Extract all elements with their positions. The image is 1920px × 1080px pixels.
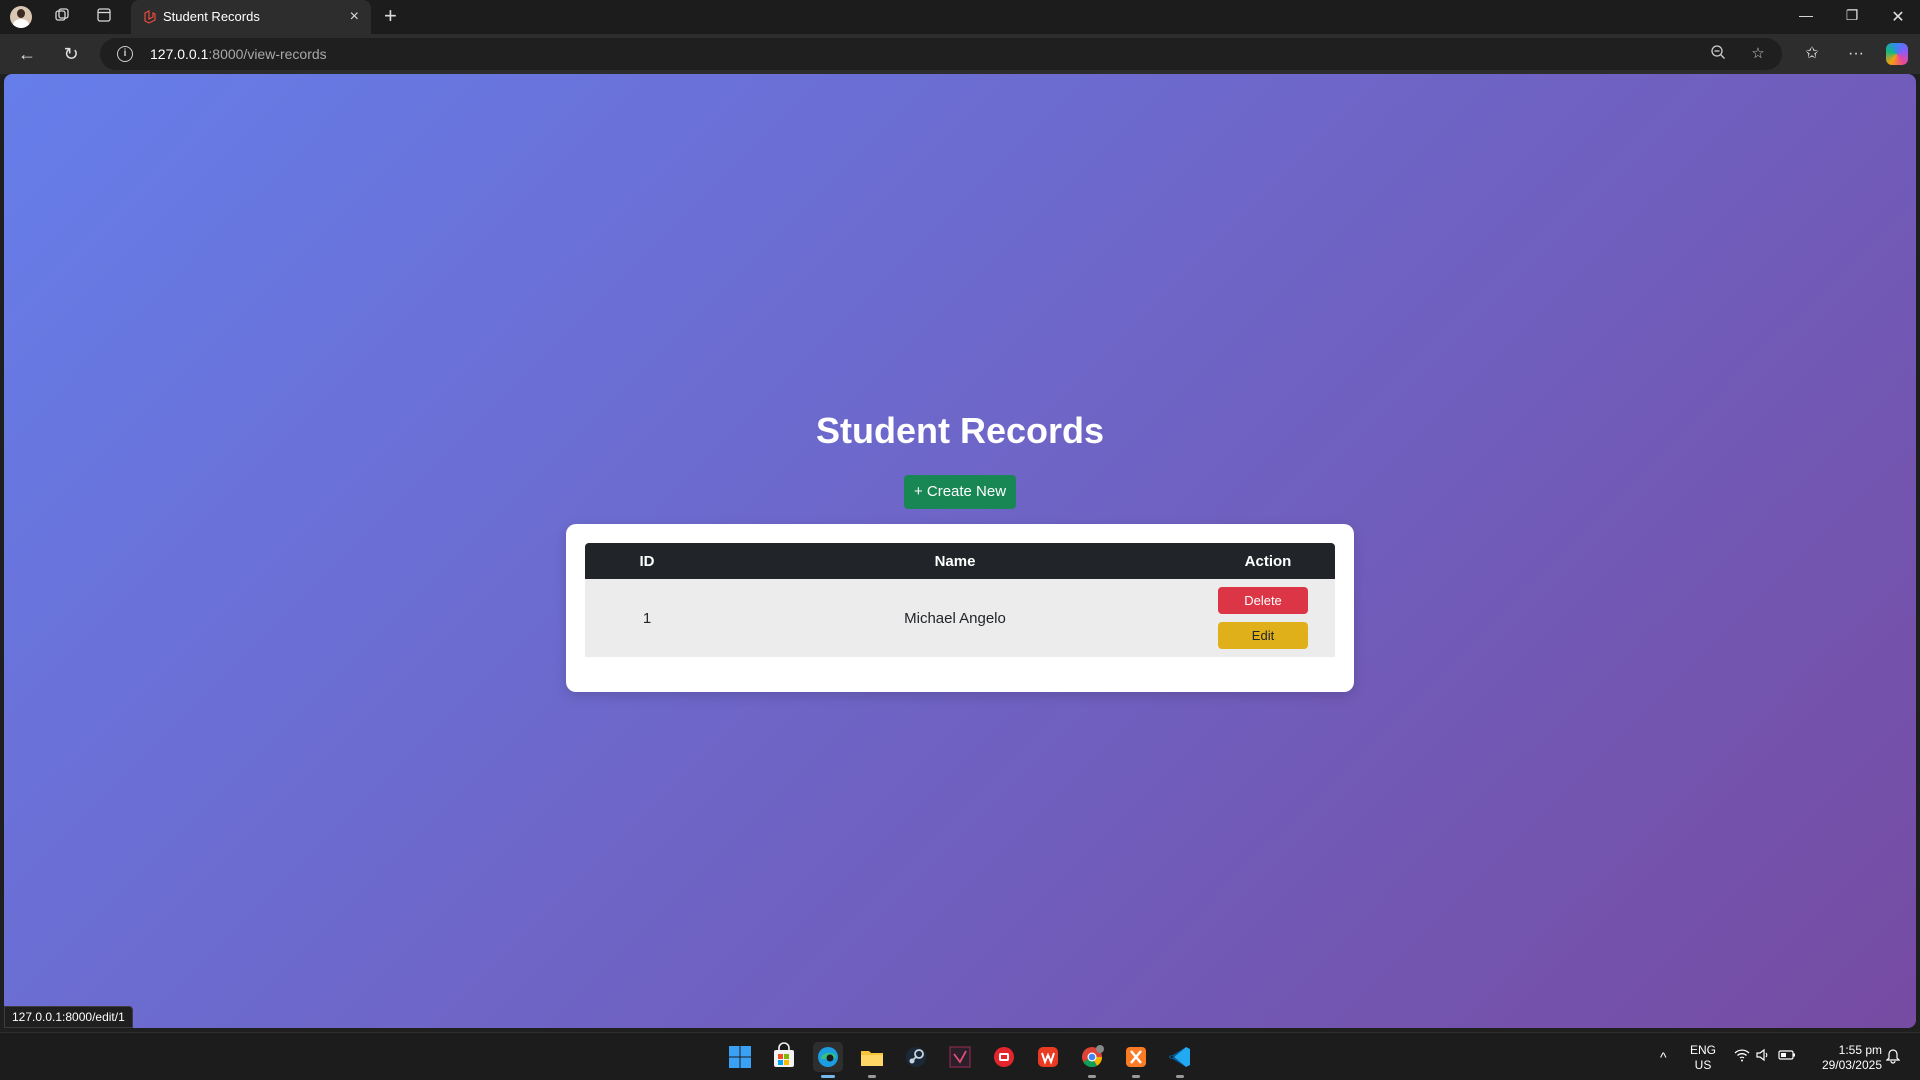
steam-icon[interactable] [901, 1042, 931, 1072]
delete-button[interactable]: Delete [1218, 587, 1308, 614]
browser-tab-strip: Student Records × + — ❐ ✕ [0, 0, 1920, 34]
refresh-icon[interactable]: ↻ [60, 43, 82, 65]
table-header-row: ID Name Action [585, 543, 1335, 579]
page-viewport: Student Records + Create New ID Name Act… [4, 74, 1916, 1028]
notification-bell-icon[interactable] [1885, 1048, 1901, 1067]
tab-actions-icon[interactable] [94, 7, 114, 27]
header-name: Name [934, 552, 976, 570]
wps-office-icon[interactable] [1033, 1042, 1063, 1072]
site-info-icon[interactable]: i [117, 46, 133, 62]
records-table: ID Name Action 1 Michael Angelo Delete E… [585, 543, 1335, 657]
cell-actions: Delete Edit [1201, 579, 1335, 657]
clock-time[interactable]: 1:55 pm [1808, 1043, 1882, 1057]
browser-toolbar: ← ↻ i 127.0.0.1:8000/view-records ☆ ✩ ··… [0, 34, 1920, 74]
more-options-icon[interactable]: ··· [1845, 43, 1867, 65]
language-primary[interactable]: ENG [1690, 1043, 1716, 1057]
favorites-icon[interactable]: ✩ [1801, 43, 1823, 65]
zoom-icon[interactable] [1708, 44, 1728, 64]
language-secondary[interactable]: US [1690, 1058, 1716, 1072]
window-close-icon[interactable]: ✕ [1888, 7, 1908, 27]
xampp-icon[interactable] [1121, 1042, 1151, 1078]
link-status-bar: 127.0.0.1:8000/edit/1 [4, 1006, 133, 1028]
windows-taskbar: ^ ENG US 1:55 pm 29/03/2025 [0, 1032, 1920, 1080]
profile-avatar[interactable] [10, 6, 32, 28]
header-action: Action [1244, 552, 1292, 570]
copilot-icon[interactable] [1886, 43, 1908, 65]
restore-icon[interactable]: ❐ [1842, 7, 1862, 24]
minimize-icon[interactable]: — [1796, 7, 1816, 23]
tab-close-icon[interactable]: × [350, 8, 359, 26]
workspaces-icon[interactable] [52, 7, 72, 27]
volume-icon[interactable] [1756, 1048, 1770, 1065]
favorite-star-icon[interactable]: ☆ [1748, 44, 1768, 64]
edit-button[interactable]: Edit [1218, 622, 1308, 649]
new-tab-icon[interactable]: + [384, 5, 397, 27]
table-row: 1 Michael Angelo Delete Edit [585, 579, 1335, 657]
back-icon[interactable]: ← [16, 43, 38, 65]
vector-app-icon[interactable] [945, 1042, 975, 1072]
windows-start-icon[interactable] [725, 1042, 755, 1072]
cell-id: 1 [642, 609, 652, 627]
create-new-button[interactable]: + Create New [904, 475, 1016, 509]
battery-icon[interactable] [1778, 1049, 1796, 1064]
laravel-favicon-icon [144, 10, 156, 24]
address-bar[interactable]: i 127.0.0.1:8000/view-records ☆ [100, 38, 1782, 70]
red-app-icon[interactable] [989, 1042, 1019, 1072]
show-hidden-icons-icon[interactable]: ^ [1660, 1049, 1667, 1065]
header-id: ID [639, 552, 655, 570]
page-title: Student Records [815, 410, 1105, 451]
chrome-icon[interactable] [1077, 1042, 1107, 1078]
records-card: ID Name Action 1 Michael Angelo Delete E… [566, 524, 1354, 692]
edge-icon[interactable] [813, 1042, 843, 1078]
address-url[interactable]: 127.0.0.1:8000/view-records [150, 46, 327, 62]
microsoft-store-icon[interactable] [769, 1042, 799, 1072]
cell-name: Michael Angelo [904, 609, 1006, 627]
file-explorer-icon[interactable] [857, 1042, 887, 1078]
wifi-icon[interactable] [1734, 1048, 1750, 1065]
tab-student-records[interactable]: Student Records × [131, 0, 371, 34]
clock-date[interactable]: 29/03/2025 [1808, 1058, 1882, 1072]
tab-title: Student Records [163, 9, 260, 24]
vscode-icon[interactable] [1165, 1042, 1195, 1078]
